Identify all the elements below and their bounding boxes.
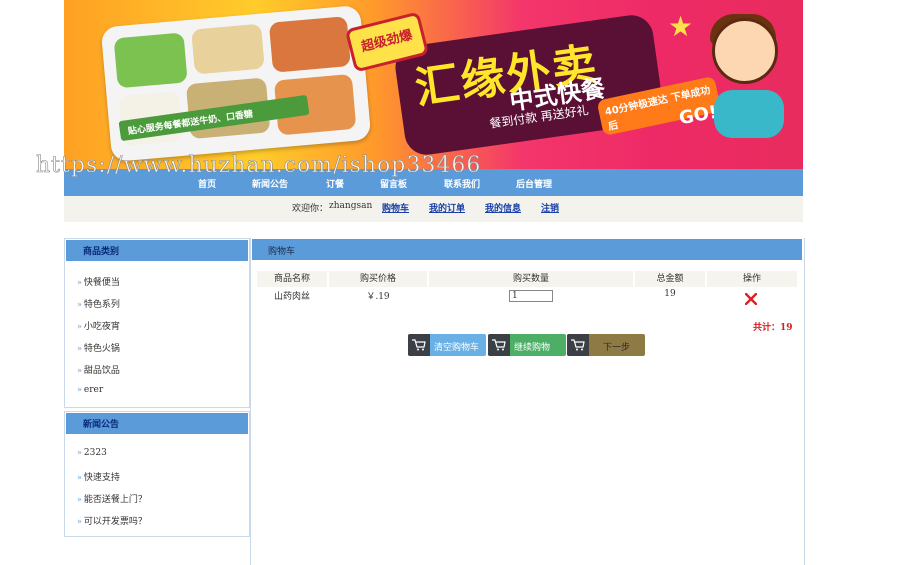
nav-order[interactable]: 订餐	[326, 177, 344, 190]
double-arrow-icon: »	[77, 278, 82, 287]
double-arrow-icon: »	[77, 300, 82, 309]
category-item[interactable]: » 小吃夜宵	[77, 319, 120, 332]
welcome-greeting: 欢迎你：	[292, 204, 329, 214]
next-step-label: 下一步	[603, 343, 631, 353]
link-my-info[interactable]: 我的信息	[485, 201, 521, 214]
nav-news[interactable]: 新闻公告	[252, 177, 288, 190]
column-header-name: 商品名称	[257, 271, 327, 287]
continue-shopping-label: 继续购物	[514, 343, 551, 353]
welcome-bar: 欢迎你： zhangsan 购物车 我的订单 我的信息 注销	[64, 196, 803, 222]
welcome-username: zhangsan	[329, 201, 373, 211]
category-item[interactable]: » 快餐便当	[77, 275, 120, 288]
cart-icon	[408, 334, 430, 356]
watermark-text: https://www.huzhan.com/ishop33466	[36, 153, 482, 179]
news-title: 新闻公告	[83, 420, 120, 430]
cart-total: 共计：19	[753, 323, 793, 333]
cart-item-name: 山药肉丝	[273, 292, 310, 302]
category-item[interactable]: » erer	[77, 385, 103, 395]
column-header-quantity: 购买数量	[429, 271, 633, 287]
scooter-illustration	[714, 90, 784, 138]
double-arrow-icon: »	[77, 322, 82, 331]
nav-guestbook[interactable]: 留言板	[380, 177, 407, 190]
clear-cart-label: 清空购物车	[434, 343, 480, 353]
double-arrow-icon: »	[77, 385, 82, 394]
news-item[interactable]: » 可以开发票吗？	[77, 514, 147, 527]
double-arrow-icon: »	[77, 366, 82, 375]
mascot-face	[712, 18, 778, 84]
column-header-total: 总金额	[635, 271, 705, 287]
page-container: 贴心服务每餐都送牛奶、口香糖 超级劲爆 汇缘外卖 中式快餐 餐到付款 再送好礼 …	[36, 0, 805, 565]
news-item[interactable]: » 能否送餐上门？	[77, 492, 147, 505]
clear-cart-button[interactable]: 清空购物车	[408, 334, 486, 356]
link-logout[interactable]: 注销	[541, 201, 559, 214]
nav-contact[interactable]: 联系我们	[444, 177, 480, 190]
double-arrow-icon: »	[77, 495, 82, 504]
news-panel: 新闻公告 » 2323 » 快速支持 » 能否送餐上门？ » 可以开发票吗？	[64, 411, 250, 537]
cart-panel: 购物车 商品名称 购买价格 购买数量 总金额 操作 山药肉丝 ￥.19 1 19…	[250, 238, 805, 565]
category-item[interactable]: » 甜品饮品	[77, 363, 120, 376]
column-header-price: 购买价格	[329, 271, 427, 287]
category-item[interactable]: » 特色系列	[77, 297, 120, 310]
double-arrow-icon: »	[77, 448, 82, 457]
cart-icon	[567, 334, 589, 356]
column-header-action: 操作	[707, 271, 797, 287]
double-arrow-icon: »	[77, 344, 82, 353]
nav-home[interactable]: 首页	[198, 177, 216, 190]
banner: 贴心服务每餐都送牛奶、口香糖 超级劲爆 汇缘外卖 中式快餐 餐到付款 再送好礼 …	[64, 0, 803, 169]
next-step-button[interactable]: 下一步	[567, 334, 645, 356]
link-my-orders[interactable]: 我的订单	[429, 201, 465, 214]
cart-item-price: ￥.19	[366, 292, 390, 302]
news-item[interactable]: » 快速支持	[77, 470, 120, 483]
categories-header: 商品类别	[66, 240, 248, 261]
categories-panel: 商品类别 » 快餐便当 » 特色系列 » 小吃夜宵 » 特色火锅 » 甜品饮品 » erer	[64, 238, 250, 408]
cart-item-total: 19	[664, 289, 676, 299]
continue-shopping-button[interactable]: 继续购物	[488, 334, 566, 356]
category-item[interactable]: » 特色火锅	[77, 341, 120, 354]
quantity-input[interactable]: 1	[509, 290, 553, 302]
news-header: 新闻公告	[66, 413, 248, 434]
delete-icon[interactable]	[744, 292, 758, 306]
link-cart[interactable]: 购物车	[382, 201, 409, 214]
nav-admin[interactable]: 后台管理	[516, 177, 552, 190]
cart-icon	[488, 334, 510, 356]
star-icon: ★	[668, 10, 694, 43]
cart-header: 购物车	[252, 239, 802, 260]
news-item[interactable]: » 2323	[77, 448, 107, 458]
double-arrow-icon: »	[77, 517, 82, 526]
cart-title: 购物车	[268, 247, 296, 257]
categories-title: 商品类别	[83, 247, 120, 257]
double-arrow-icon: »	[77, 473, 82, 482]
